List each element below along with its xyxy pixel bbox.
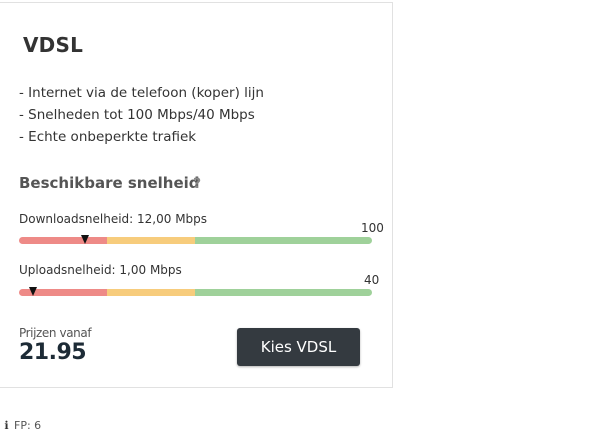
bar-segment-mid — [107, 237, 195, 244]
download-max-label: 100 — [361, 221, 384, 235]
product-title: VDSL — [23, 33, 84, 57]
download-marker-icon — [81, 235, 90, 244]
upload-max-label: 40 — [364, 273, 380, 287]
price-value: 21.95 — [19, 340, 87, 365]
choose-vdsl-button[interactable]: Kies VDSL — [237, 328, 360, 366]
bar-segment-low — [19, 237, 107, 244]
product-card: VDSL - Internet via de telefoon (koper) … — [0, 2, 393, 388]
info-icon: ℹ — [4, 419, 9, 432]
footer-info: ℹ FP: 6 — [3, 419, 41, 432]
download-speed-label: Downloadsnelheid: 12,00 Mbps — [19, 212, 208, 226]
feature-item: - Internet via de telefoon (koper) lijn — [19, 85, 264, 101]
feature-item: - Echte onbeperkte trafiek — [19, 129, 197, 145]
feature-list: - Internet via de telefoon (koper) lijn … — [19, 82, 264, 148]
download-speed-bar — [19, 237, 372, 244]
bar-segment-high — [195, 289, 372, 296]
bar-segment-high — [195, 237, 372, 244]
footer-text: FP: 6 — [14, 419, 42, 432]
bar-segment-mid — [107, 289, 195, 296]
feature-item: - Snelheden tot 100 Mbps/40 Mbps — [19, 107, 255, 123]
upload-marker-icon — [28, 287, 37, 296]
price-label: Prijzen vanaf — [19, 326, 92, 340]
upload-speed-label: Uploadsnelheid: 1,00 Mbps — [19, 263, 182, 277]
help-icon[interactable]: ? — [193, 176, 201, 192]
speed-heading: Beschikbare snelheid — [19, 174, 200, 192]
upload-speed-bar — [19, 289, 372, 296]
